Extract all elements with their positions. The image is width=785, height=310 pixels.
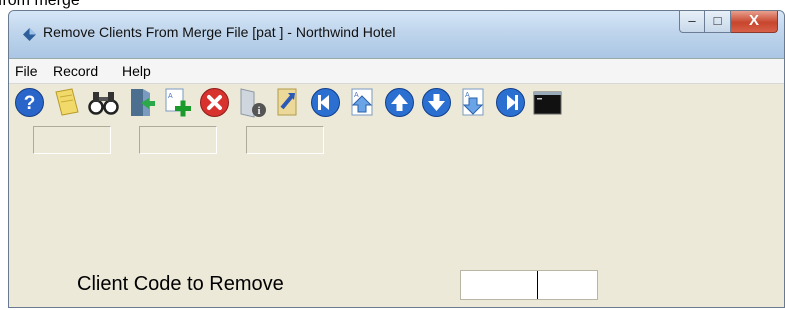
window-title: Remove Clients From Merge File [pat ] - … [43, 24, 396, 40]
window-client-area: File Record Help ? A i A A Client Code t… [9, 58, 784, 307]
exit-button[interactable] [124, 86, 157, 119]
close-button[interactable]: X [731, 11, 778, 33]
readonly-field-2 [139, 126, 217, 154]
app-window: Remove Clients From Merge File [pat ] - … [8, 10, 785, 308]
first-record-button[interactable] [309, 86, 342, 119]
minimize-icon: – [688, 13, 696, 28]
client-code-input[interactable] [460, 270, 598, 300]
menu-record[interactable]: Record [53, 63, 98, 79]
app-diamond-icon [23, 28, 36, 41]
title-bar[interactable]: Remove Clients From Merge File [pat ] - … [9, 11, 784, 58]
add-record-button[interactable]: A [161, 86, 194, 119]
background-caption: from merge [0, 0, 80, 9]
previous-page-icon: A [351, 88, 373, 116]
help-button[interactable]: ? [13, 86, 46, 119]
terminal-button[interactable] [531, 86, 564, 119]
delete-button[interactable] [198, 86, 231, 119]
help-icon: ? [15, 88, 44, 117]
window-controls: – □ X [679, 11, 778, 35]
notes-icon [55, 88, 79, 116]
menu-bar: File Record Help [9, 59, 784, 84]
menu-help[interactable]: Help [122, 63, 151, 79]
next-page-button[interactable]: A [457, 86, 490, 119]
previous-record-icon [385, 88, 414, 117]
svg-text:?: ? [24, 93, 36, 114]
sort-icon [277, 88, 297, 116]
previous-record-button[interactable] [383, 86, 416, 119]
previous-page-button[interactable]: A [346, 86, 379, 119]
readonly-field-1 [33, 126, 111, 154]
next-page-icon: A [462, 88, 484, 116]
readonly-field-3 [246, 126, 324, 154]
next-record-icon [422, 88, 451, 117]
last-record-button[interactable] [494, 86, 527, 119]
first-record-icon [311, 88, 340, 117]
notes-button[interactable] [50, 86, 83, 119]
delete-icon [200, 88, 229, 117]
last-record-icon [496, 88, 525, 117]
binoculars-icon [88, 92, 119, 115]
close-icon: X [748, 12, 759, 29]
menu-file[interactable]: File [15, 63, 38, 79]
svg-text:i: i [258, 106, 261, 117]
svg-text:A: A [168, 93, 173, 100]
maximize-icon: □ [713, 13, 722, 28]
info-button[interactable]: i [235, 86, 268, 119]
info-icon: i [240, 88, 266, 118]
sort-button[interactable] [272, 86, 305, 119]
terminal-icon [533, 91, 562, 115]
find-button[interactable] [87, 86, 120, 119]
minimize-button[interactable]: – [679, 11, 705, 33]
exit-door-icon [131, 89, 155, 116]
client-code-label: Client Code to Remove [77, 273, 284, 295]
add-record-icon: A [165, 88, 191, 117]
text-cursor [537, 271, 538, 299]
svg-text:A: A [354, 92, 359, 99]
next-record-button[interactable] [420, 86, 453, 119]
maximize-button[interactable]: □ [705, 11, 731, 33]
